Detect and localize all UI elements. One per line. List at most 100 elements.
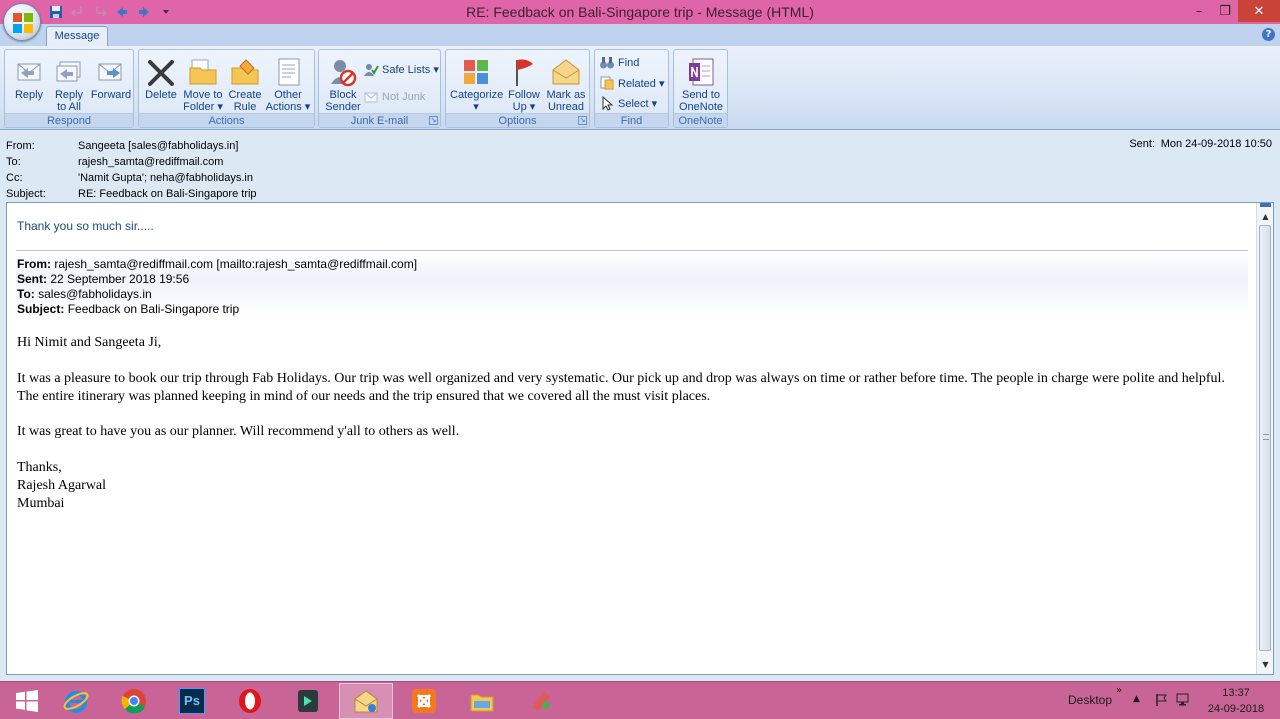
taskbar-filmora[interactable] [281,683,335,719]
group-respond: Reply Reply to All Forward Respond [4,49,134,128]
taskbar-file-explorer[interactable] [455,683,509,719]
block-sender-button[interactable]: Block Sender [321,54,365,114]
original-sent-row: Sent: 22 September 2018 19:56 [17,272,189,287]
original-from-label: From: [17,257,51,271]
message-body[interactable]: Thank you so much sir..... From: rajesh_… [6,202,1274,675]
not-junk-button[interactable]: Not Junk [363,88,425,106]
header-from-label: From: [6,140,35,152]
window-title: RE: Feedback on Bali-Singapore trip - Me… [466,4,814,20]
original-to-value[interactable]: sales@fabholidays.in [38,287,152,301]
header-sent-value: Mon 24-09-2018 10:50 [1160,138,1272,150]
clock-date[interactable]: 24-09-2018 [1206,703,1266,715]
desktop-toolbar-label[interactable]: Desktop [1068,693,1112,707]
ribbon-tab-row: Message ? [0,24,1280,46]
taskbar-app[interactable] [513,683,567,719]
taskbar-chrome[interactable] [107,683,161,719]
related-label: Related ▾ [618,77,665,90]
scroll-up-arrow-icon[interactable]: ▲ [1260,211,1271,222]
office-button[interactable] [3,3,41,41]
desktop-toolbar-chevron-icon[interactable]: » [1116,685,1122,696]
scrollbar-split-handle[interactable] [1260,203,1271,207]
group-label-onenote: OneNote [674,113,727,127]
message-content: Thank you so much sir..... From: rajesh_… [16,203,1248,674]
photoshop-icon: Ps [179,688,205,714]
header-to-value[interactable]: rajesh_samta@rediffmail.com [78,154,223,170]
safe-lists-label: Safe Lists ▾ [382,63,439,76]
find-binoculars-icon [599,55,615,71]
reply-text: Thank you so much sir..... [17,219,154,233]
taskbar-photoshop[interactable]: Ps [165,683,219,719]
junk-dialog-launcher-icon[interactable]: ↘ [429,116,438,125]
create-rule-button[interactable]: Create Rule [223,54,267,114]
forward-label: Forward [90,89,132,101]
original-from-value[interactable]: rajesh_samta@rediffmail.com [mailto:raje… [54,257,417,271]
taskbar-internet-explorer[interactable] [49,683,103,719]
reply-all-button[interactable]: Reply to All [47,54,91,114]
message-header: From: Sangeeta [sales@fabholidays.in] To… [0,131,1280,201]
header-cc-label: Cc: [6,172,23,184]
restore-button[interactable]: ❐ [1212,0,1238,22]
body-paragraph-2: It was great to have you as our planner.… [17,424,460,439]
help-icon[interactable]: ? [1262,28,1275,41]
clock-time[interactable]: 13:37 [1206,687,1266,699]
reply-icon [17,63,41,81]
move-to-folder-icon [189,59,217,85]
taskbar: Ps Desktop » ▲ 13:37 24-09-2018 [0,681,1280,719]
group-label-respond: Respond [5,113,133,127]
reply-all-icon [56,61,81,82]
window-controls: – ❐ ✕ [1186,0,1280,22]
original-subject-row: Subject: Feedback on Bali-Singapore trip [17,302,239,317]
related-button[interactable]: Related ▾ [599,74,665,92]
original-sent-label: Sent: [17,272,47,286]
forward-button[interactable]: Forward [89,54,133,114]
header-subject-value: RE: Feedback on Bali-Singapore trip [78,188,257,200]
select-label: Select ▾ [618,97,658,110]
opera-icon [239,689,261,713]
scrollbar-thumb[interactable] [1259,225,1271,651]
header-cc-value[interactable]: 'Namit Gupta'; neha@fabholidays.in [78,170,253,186]
title-bar: RE: Feedback on Bali-Singapore trip - Me… [0,0,1280,24]
xampp-icon [412,689,436,713]
other-actions-button[interactable]: Other Actions ▾ [266,54,310,114]
categorize-icon [464,60,488,84]
original-from-row: From: rajesh_samta@rediffmail.com [mailt… [17,257,417,272]
taskbar-xampp[interactable] [397,683,451,719]
send-to-onenote-button[interactable]: Send to OneNote [679,54,723,114]
scroll-down-arrow-icon[interactable]: ▼ [1260,659,1271,670]
network-icon[interactable] [1176,693,1192,710]
tab-message[interactable]: Message [46,26,108,46]
block-sender-icon [331,60,357,87]
delete-icon [148,60,174,86]
find-button[interactable]: Find [599,54,639,72]
original-subject-label: Subject: [17,302,65,316]
vertical-scrollbar[interactable]: ▲ ▼ [1256,203,1273,674]
header-sent-label: Sent: [1129,138,1155,150]
group-onenote: Send to OneNote OneNote [673,49,728,128]
action-center-flag-icon[interactable] [1155,693,1169,710]
categorize-button[interactable]: Categorize ▾ [450,54,503,114]
options-dialog-launcher-icon[interactable]: ↘ [578,116,587,125]
show-hidden-icons-icon[interactable]: ▲ [1133,694,1140,704]
reply-divider [16,250,1248,251]
start-icon [16,690,38,712]
signature-city: Mumbai [17,496,65,511]
header-to-label: To: [6,156,21,168]
start-button[interactable] [0,683,54,719]
close-button[interactable]: ✕ [1238,0,1280,22]
group-label-actions: Actions [139,113,314,127]
categorize-label: Categorize ▾ [450,89,504,113]
create-rule-icon [231,59,259,85]
original-message-header: From: rajesh_samta@rediffmail.com [mailt… [16,252,1248,316]
onenote-icon [689,58,714,86]
minimize-button[interactable]: – [1186,0,1212,22]
select-button[interactable]: Select ▾ [599,94,657,112]
scrollbar-grip-icon [1263,434,1269,440]
select-cursor-icon [599,95,615,111]
mark-as-unread-button[interactable]: Mark as Unread [544,54,588,114]
header-from-value[interactable]: Sangeeta [sales@fabholidays.in] [78,138,238,154]
taskbar-opera[interactable] [223,683,277,719]
send-to-onenote-label: Send to OneNote [678,89,724,113]
safe-lists-button[interactable]: Safe Lists ▾ [363,60,439,78]
ribbon: Reply Reply to All Forward Respond Delet… [0,46,1280,130]
taskbar-outlook[interactable] [339,683,393,719]
